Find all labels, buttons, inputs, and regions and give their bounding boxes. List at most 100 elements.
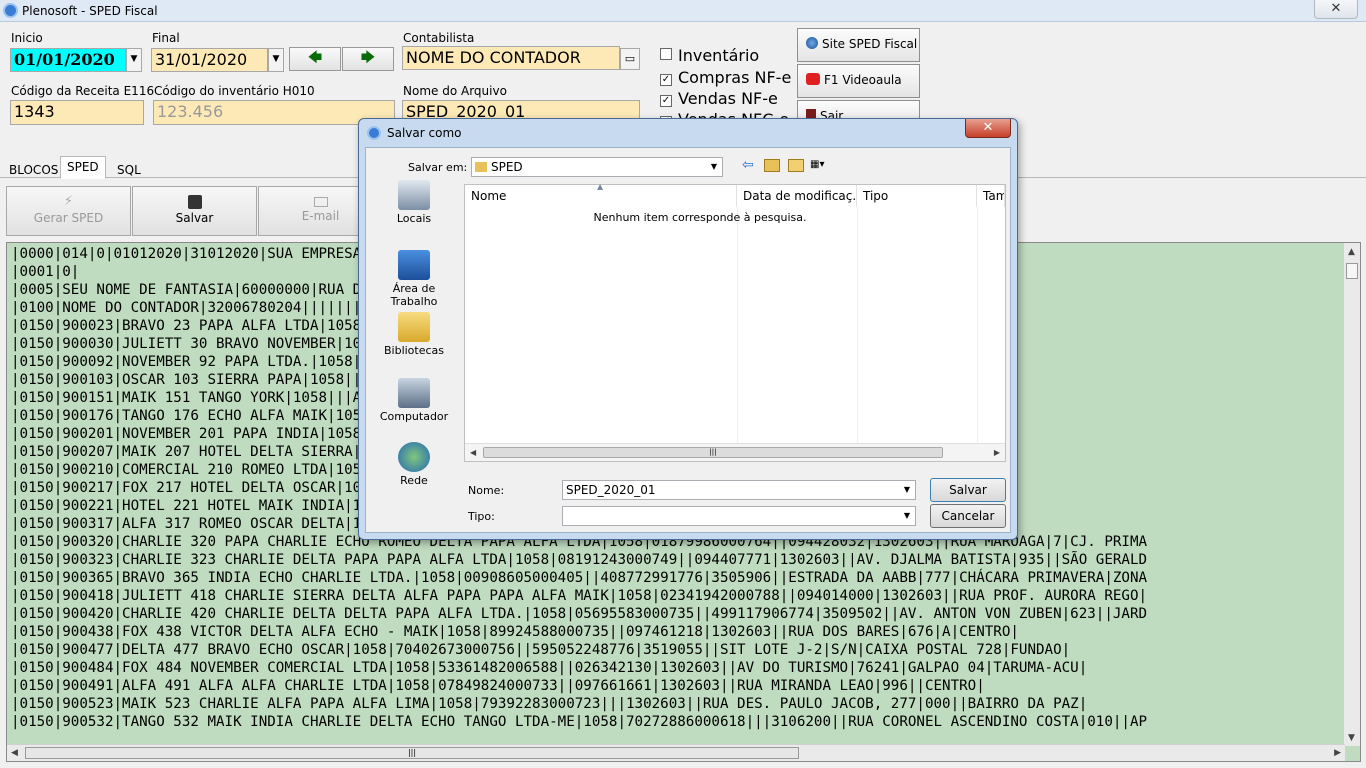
place-rede[interactable]: Rede: [372, 442, 456, 487]
dialog-title: Salvar como: [387, 126, 462, 140]
final-dropdown-icon[interactable]: ▼: [268, 48, 284, 72]
dialog-save-button[interactable]: Salvar: [930, 478, 1006, 502]
title-bar: Plenosoft - SPED Fiscal ✕: [0, 0, 1366, 22]
dialog-app-icon: [367, 126, 381, 140]
receita-field[interactable]: 1343: [10, 100, 144, 125]
dialog-cancel-button[interactable]: Cancelar: [930, 504, 1006, 528]
libraries-icon: [398, 312, 430, 342]
youtube-icon: [806, 73, 820, 85]
place-bibliotecas[interactable]: Bibliotecas: [372, 312, 456, 357]
scroll-left-icon[interactable]: ◀: [11, 748, 18, 758]
final-label: Final: [152, 31, 180, 45]
scroll-up-icon[interactable]: ▲: [1348, 247, 1355, 257]
checkbox-icon: [660, 48, 672, 60]
sped-line: |0150|900420|CHARLIE 420 CHARLIE DELTA D…: [11, 606, 1148, 622]
inventario-checkbox[interactable]: Inventário: [660, 46, 759, 65]
receita-label: Código da Receita E116: [11, 84, 155, 98]
arquivo-label: Nome do Arquivo: [403, 84, 507, 98]
sped-line: |0150|900365|BRAVO 365 INDIA ECHO CHARLI…: [11, 570, 1148, 586]
inventario-label: Código do inventário H010: [154, 84, 315, 98]
chevron-down-icon: ▼: [706, 158, 722, 176]
sped-line: |0150|900418|JULIETT 418 CHARLIE SIERRA …: [11, 588, 1148, 604]
dialog-close-button[interactable]: ✕: [965, 119, 1011, 138]
nome-label: Nome:: [468, 484, 505, 497]
salvar-em-label: Salvar em:: [408, 161, 468, 174]
contabilista-label: Contabilista: [403, 31, 475, 45]
recent-places-icon: [398, 180, 430, 210]
column-tamanho[interactable]: Tam: [977, 185, 1005, 207]
scroll-down-icon[interactable]: ▼: [1348, 733, 1355, 743]
checkmark-icon: ✓: [660, 95, 672, 107]
lightning-icon: ⚡: [63, 194, 74, 209]
gerar-sped-button[interactable]: ⚡ Gerar SPED: [6, 186, 131, 236]
file-list[interactable]: Nome ▲ Data de modificaç... Tipo Tam Nen…: [464, 182, 1006, 462]
column-separator: [857, 207, 858, 443]
sped-line: |0150|900323|CHARLIE 323 CHARLIE DELTA P…: [11, 552, 1148, 568]
dialog-body: Salvar em: SPED ▼ ⇦ ▦▾ Locais Área de Tr…: [365, 147, 1011, 533]
contabilista-field[interactable]: NOME DO CONTADOR: [402, 46, 620, 70]
place-locais[interactable]: Locais: [372, 180, 456, 225]
sped-line: |0150|900438|FOX 438 VICTOR DELTA ALFA E…: [11, 624, 1019, 640]
sped-line: |0150|900484|FOX 484 NOVEMBER COMERCIAL …: [11, 660, 1088, 676]
desktop-icon: [398, 250, 430, 280]
network-icon: [398, 442, 430, 472]
vendas-nfe-checkbox[interactable]: ✓ Vendas NF-e: [660, 89, 778, 108]
final-date-field[interactable]: 31/01/2020: [151, 48, 268, 72]
column-separator: [977, 207, 978, 443]
column-data[interactable]: Data de modificaç...: [737, 185, 857, 207]
nome-field[interactable]: SPED_2020_01 ▼: [562, 480, 916, 500]
places-bar: Locais Área de Trabalho Bibliotecas Comp…: [372, 180, 456, 490]
file-list-scroll-thumb[interactable]: |||: [483, 447, 943, 458]
arrow-left-icon: 🡄: [307, 50, 323, 66]
salvar-em-dropdown[interactable]: SPED ▼: [471, 157, 723, 177]
place-area-de-trabalho[interactable]: Área de Trabalho: [372, 250, 456, 308]
tipo-label: Tipo:: [468, 510, 495, 523]
sped-line: |0150|900477|DELTA 477 BRAVO ECHO OSCAR|…: [11, 642, 1071, 658]
computer-icon: [398, 378, 430, 408]
column-separator: [737, 207, 738, 443]
horizontal-scrollbar[interactable]: ◀ ||| ▶: [7, 744, 1345, 761]
contabilista-folder-icon[interactable]: ▭: [620, 48, 640, 70]
chevron-down-icon[interactable]: ▼: [899, 481, 915, 499]
sped-line: |0150|900532|TANGO 532 MAIK INDIA CHARLI…: [11, 714, 1148, 730]
new-folder-icon[interactable]: [788, 159, 804, 172]
floppy-disk-icon: [187, 195, 202, 209]
vertical-scrollbar[interactable]: ▲ ▼: [1343, 243, 1360, 746]
arrow-right-icon: 🡆: [360, 50, 376, 66]
tab-sql[interactable]: SQL: [110, 159, 148, 179]
inicio-label: Inicio: [11, 31, 43, 45]
tab-sped[interactable]: SPED: [60, 156, 106, 179]
back-arrow-icon[interactable]: ⇦: [742, 157, 754, 173]
tab-blocos[interactable]: BLOCOS: [2, 159, 65, 179]
scroll-right-icon[interactable]: ▶: [994, 448, 1000, 457]
column-tipo[interactable]: Tipo: [857, 185, 977, 207]
videoaula-button[interactable]: F1 Videoaula: [797, 64, 920, 98]
view-menu-icon[interactable]: ▦▾: [810, 159, 832, 172]
app-icon: [3, 3, 18, 18]
file-list-scrollbar[interactable]: ◀ ||| ▶: [465, 443, 1005, 461]
scroll-right-icon[interactable]: ▶: [1334, 748, 1341, 758]
sort-up-icon: ▲: [597, 182, 604, 191]
up-folder-icon[interactable]: [764, 159, 780, 172]
previous-period-button[interactable]: 🡄: [289, 47, 341, 71]
inicio-date-field[interactable]: 01/01/2020: [10, 48, 126, 72]
horizontal-scroll-thumb[interactable]: |||: [25, 747, 799, 759]
sped-line: |0150|900491|ALFA 491 ALFA ALFA CHARLIE …: [11, 678, 985, 694]
chevron-down-icon[interactable]: ▼: [899, 507, 915, 525]
compras-nfe-checkbox[interactable]: ✓ Compras NF-e: [660, 68, 791, 87]
next-period-button[interactable]: 🡆: [342, 47, 394, 71]
tipo-dropdown[interactable]: ▼: [562, 506, 916, 526]
save-as-dialog: Salvar como ✕ Salvar em: SPED ▼ ⇦ ▦▾ Loc…: [358, 118, 1018, 540]
salvar-button[interactable]: Salvar: [132, 186, 257, 236]
site-sped-button[interactable]: Site SPED Fiscal: [797, 28, 920, 62]
globe-icon: [806, 37, 818, 49]
place-computador[interactable]: Computador: [372, 378, 456, 423]
folder-icon: [475, 162, 487, 172]
inicio-dropdown-icon[interactable]: ▼: [126, 48, 142, 72]
window-close-button[interactable]: ✕: [1314, 0, 1358, 19]
envelope-icon: [313, 197, 328, 207]
vertical-scroll-thumb[interactable]: [1346, 263, 1358, 279]
sped-line: |0150|900523|MAIK 523 CHARLIE ALFA PAPA …: [11, 696, 1088, 712]
scroll-left-icon[interactable]: ◀: [470, 448, 476, 457]
empty-message: Nenhum item corresponde à pesquisa.: [593, 211, 807, 224]
